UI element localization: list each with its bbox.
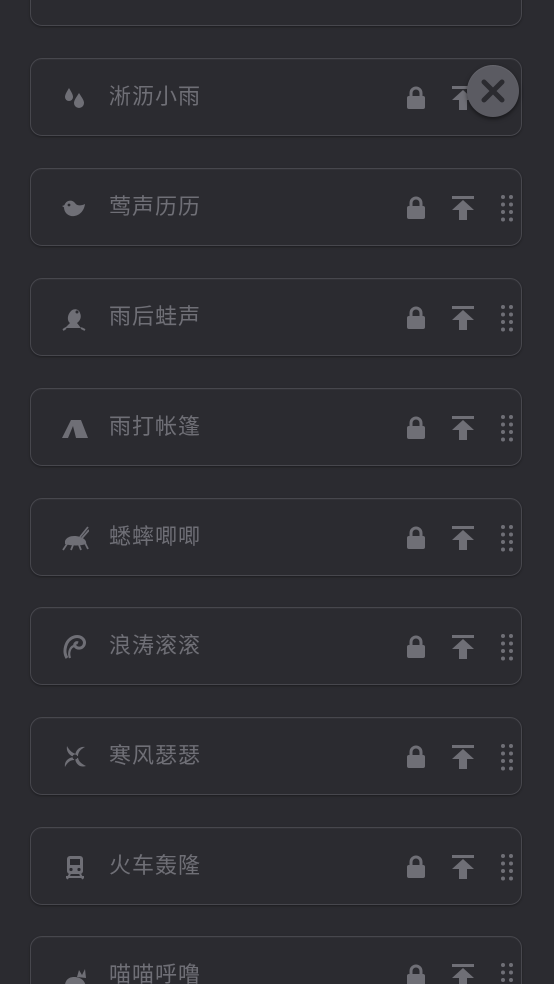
sound-card[interactable]: 淅沥小雨	[30, 58, 522, 136]
pin-to-top-icon[interactable]	[451, 963, 475, 984]
sound-label: 蟋蟀唧唧	[109, 525, 202, 550]
cricket-icon	[61, 525, 89, 551]
pin-to-top-icon[interactable]	[451, 415, 475, 441]
pin-to-top-icon[interactable]	[451, 744, 475, 770]
sound-list: 淅沥小雨 莺声历历 雨后蛙声 雨打帐篷 蟋蟀唧唧 浪涛滚滚 寒风瑟瑟 火车轰隆 …	[0, 0, 554, 984]
drag-handle-icon[interactable]	[499, 304, 515, 332]
sound-card[interactable]	[30, 0, 522, 26]
tent-icon	[61, 415, 89, 441]
drag-handle-icon[interactable]	[499, 962, 515, 984]
train-icon	[61, 854, 89, 880]
lock-icon[interactable]	[405, 416, 427, 440]
lock-icon[interactable]	[405, 196, 427, 220]
lock-icon[interactable]	[405, 964, 427, 984]
drag-handle-icon[interactable]	[499, 853, 515, 881]
wind-icon	[61, 744, 89, 770]
sound-card[interactable]: 喵喵呼噜	[30, 936, 522, 984]
lock-icon[interactable]	[405, 745, 427, 769]
frog-icon	[61, 305, 89, 331]
partial-icon	[61, 0, 89, 15]
sound-label: 喵喵呼噜	[109, 963, 202, 984]
drag-handle-icon[interactable]	[499, 414, 515, 442]
pin-to-top-icon[interactable]	[451, 634, 475, 660]
sound-label: 寒风瑟瑟	[109, 744, 202, 769]
raindrops-icon	[61, 85, 89, 111]
sound-label: 浪涛滚滚	[109, 634, 202, 659]
drag-handle-icon[interactable]	[499, 194, 515, 222]
close-icon	[481, 79, 505, 103]
pin-to-top-icon[interactable]	[451, 195, 475, 221]
lock-icon[interactable]	[405, 86, 427, 110]
close-button[interactable]	[467, 65, 519, 117]
bird-icon	[61, 195, 89, 221]
sound-label: 雨后蛙声	[109, 305, 202, 330]
sound-card[interactable]: 浪涛滚滚	[30, 607, 522, 685]
sound-card[interactable]: 雨后蛙声	[30, 278, 522, 356]
sound-card[interactable]: 火车轰隆	[30, 827, 522, 905]
drag-handle-icon[interactable]	[499, 743, 515, 771]
lock-icon[interactable]	[405, 855, 427, 879]
drag-handle-icon[interactable]	[499, 633, 515, 661]
lock-icon[interactable]	[405, 635, 427, 659]
sound-card[interactable]: 雨打帐篷	[30, 388, 522, 466]
pin-to-top-icon[interactable]	[451, 525, 475, 551]
sound-label: 莺声历历	[109, 195, 202, 220]
pin-to-top-icon[interactable]	[451, 854, 475, 880]
sound-card[interactable]: 寒风瑟瑟	[30, 717, 522, 795]
wave-icon	[61, 634, 89, 660]
sound-label: 淅沥小雨	[109, 85, 202, 110]
sound-label: 雨打帐篷	[109, 415, 202, 440]
lock-icon[interactable]	[405, 526, 427, 550]
cat-icon	[61, 963, 89, 984]
pin-to-top-icon[interactable]	[451, 305, 475, 331]
drag-handle-icon[interactable]	[499, 524, 515, 552]
sound-label: 火车轰隆	[109, 854, 202, 879]
sound-card[interactable]: 莺声历历	[30, 168, 522, 246]
lock-icon[interactable]	[405, 306, 427, 330]
sound-card[interactable]: 蟋蟀唧唧	[30, 498, 522, 576]
